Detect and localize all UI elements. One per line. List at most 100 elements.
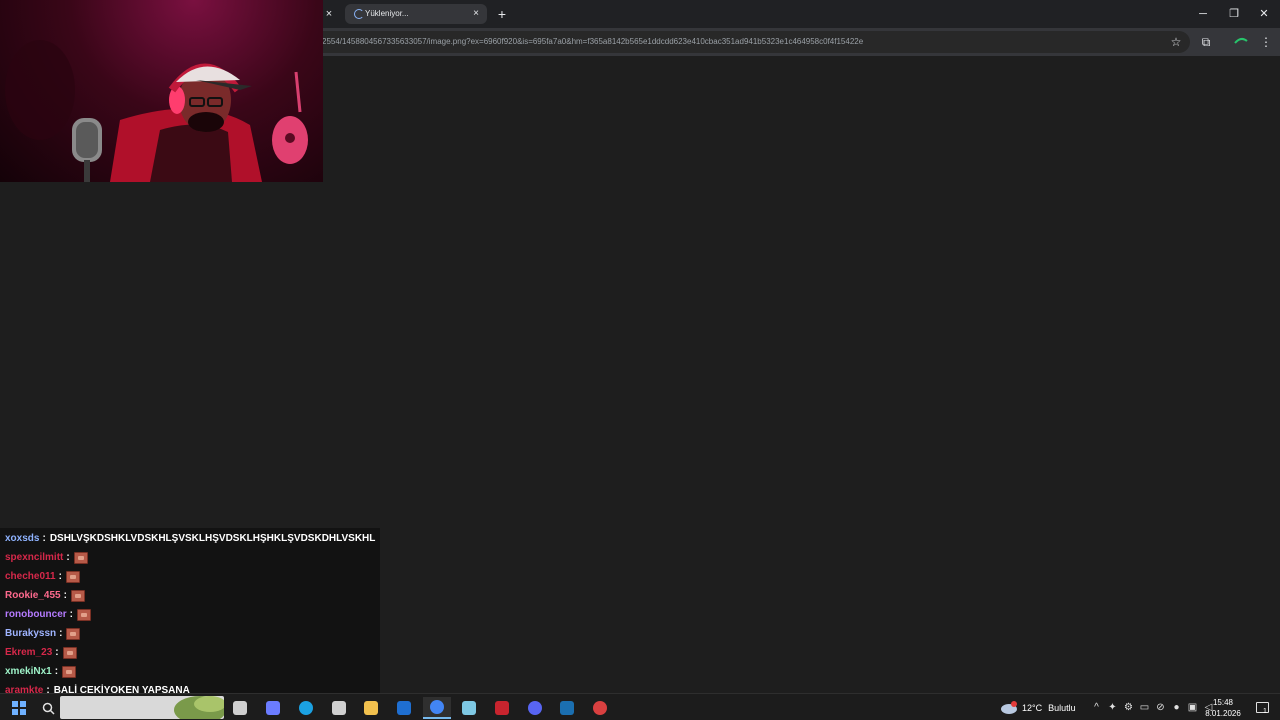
chrome-icon	[430, 700, 444, 714]
chat-emote-icon	[62, 666, 77, 678]
steam-tray-icon[interactable]: ✦	[1106, 701, 1119, 714]
chat-message: Ekrem_23:	[5, 644, 77, 662]
chat-username[interactable]: cheche011	[5, 570, 56, 584]
windows-taskbar: 12°C Bulutlu ^ ✦ ⚙ ▭ ⊘ ● ▣ ◁ 15:48 8.01.…	[0, 693, 1280, 720]
file-explorer-icon	[364, 701, 378, 715]
notification-off-icon[interactable]: ⊘	[1154, 701, 1167, 714]
discord-icon	[528, 701, 542, 715]
profile-avatar[interactable]	[1232, 33, 1250, 51]
edge-icon	[299, 701, 313, 715]
cloud-icon	[1001, 701, 1017, 714]
taskbar-app-outlook[interactable]	[390, 697, 418, 719]
chat-separator: :	[55, 647, 59, 658]
chat-username[interactable]: xmekiNx1	[5, 665, 52, 679]
tab-close-icon[interactable]: ×	[469, 6, 483, 22]
address-bar[interactable]: 2554/1458804567335633057/image.png?ex=69…	[300, 31, 1190, 53]
steam-icon	[560, 701, 574, 715]
notification-count: 1	[1263, 708, 1267, 715]
chat-username[interactable]: ronobouncer	[5, 608, 67, 622]
chat-emote-icon	[62, 647, 77, 659]
restore-button[interactable]: ❐	[1222, 4, 1246, 24]
chat-username[interactable]: spexncilmitt	[5, 551, 63, 565]
close-window-button[interactable]: ✕	[1252, 4, 1276, 24]
chat-message: spexncilmitt:	[5, 549, 88, 567]
taskbar-app-steam[interactable]	[553, 697, 581, 719]
chat-separator: :	[63, 590, 67, 601]
stream-chat-overlay: xoxsds: DSHLVŞKDSHKLVDSKHLŞVSKLHŞVDSKLHŞH…	[0, 528, 380, 696]
taskbar-app-notepad[interactable]	[455, 697, 483, 719]
copilot-icon	[266, 701, 280, 715]
chat-separator: :	[42, 533, 46, 544]
chat-message: cheche011:	[5, 568, 80, 586]
taskbar-app-chrome[interactable]	[423, 697, 451, 719]
store-icon	[332, 701, 346, 715]
chat-separator: :	[58, 571, 62, 582]
clock-time: 15:48	[1212, 697, 1234, 707]
taskbar-app-copilot[interactable]	[259, 697, 287, 719]
profile-icon	[1234, 37, 1248, 44]
loading-spinner-icon	[354, 9, 364, 19]
clock-date: 8.01.2026	[1205, 708, 1241, 718]
chat-username[interactable]: Burakyssn	[5, 627, 56, 641]
url-text: 2554/1458804567335633057/image.png?ex=69…	[322, 37, 864, 46]
weather-temperature: 12°C	[1022, 702, 1043, 713]
chat-username[interactable]: xoxsds	[5, 532, 39, 546]
taskbar-app-edge[interactable]	[292, 697, 320, 719]
chat-emote-icon	[66, 628, 81, 640]
taskbar-app-task-view[interactable]	[226, 697, 254, 719]
taskbar-app-voicemeeter[interactable]	[488, 697, 516, 719]
chat-message: ronobouncer:	[5, 606, 92, 624]
bookmark-star-icon[interactable]: ☆	[1168, 33, 1184, 51]
extensions-icon[interactable]: ⧉	[1197, 33, 1215, 51]
chat-message: Burakyssn:	[5, 625, 81, 643]
network-icon[interactable]: ▣	[1186, 701, 1199, 714]
weather-condition: Bulutlu	[1048, 702, 1076, 713]
outlook-icon	[397, 701, 411, 715]
search-button[interactable]	[34, 697, 62, 719]
microphone-icon[interactable]: ●	[1170, 701, 1183, 714]
task-view-icon	[233, 701, 247, 715]
chat-separator: :	[66, 552, 70, 563]
clock[interactable]: 15:48 8.01.2026	[1203, 694, 1243, 720]
search-highlight-banner[interactable]	[60, 696, 224, 719]
notification-center-button[interactable]: 1	[1252, 694, 1272, 720]
search-highlight-image	[174, 696, 224, 719]
browser-menu-icon[interactable]: ⋮	[1257, 33, 1275, 51]
webcam-overlay	[0, 0, 323, 182]
chat-emote-icon	[73, 552, 88, 564]
new-tab-button[interactable]: +	[494, 5, 510, 23]
start-button[interactable]	[4, 697, 34, 719]
chat-text: DSHLVŞKDSHKLVDSKHLŞVSKLHŞVDSKLHŞHKLŞVDSK…	[49, 533, 376, 544]
browser-tab-active[interactable]: Yükleniyor... ×	[345, 4, 487, 24]
taskbar-app-file-explorer[interactable]	[357, 697, 385, 719]
chat-username[interactable]: Ekrem_23	[5, 646, 52, 660]
chat-message: xmekiNx1:	[5, 663, 77, 681]
chat-separator: :	[54, 666, 59, 677]
chat-emote-icon	[65, 571, 80, 583]
gear-icon[interactable]: ⚙	[1122, 701, 1135, 714]
weather-widget[interactable]: 12°C Bulutlu	[1000, 694, 1076, 720]
taskbar-app-obs[interactable]	[586, 697, 614, 719]
minimize-button[interactable]: ─	[1191, 4, 1215, 24]
voicemeeter-icon	[495, 701, 509, 715]
chat-message: xoxsds: DSHLVŞKDSHKLVDSKHLŞVSKLHŞVDSKLHŞH…	[5, 530, 375, 548]
tab-title: Yükleniyor...	[365, 9, 409, 18]
previous-tab-close-icon[interactable]: ×	[322, 6, 336, 22]
streamer-webcam-image	[5, 40, 308, 182]
search-icon	[42, 702, 55, 715]
taskbar-app-discord[interactable]	[521, 697, 549, 719]
chat-emote-icon	[70, 590, 85, 602]
chat-message: Rookie_455:	[5, 587, 85, 605]
system-tray: ^ ✦ ⚙ ▭ ⊘ ● ▣ ◁	[1090, 694, 1215, 720]
monitor-icon[interactable]: ▭	[1138, 701, 1151, 714]
taskbar-app-store[interactable]	[325, 697, 353, 719]
chat-username[interactable]: Rookie_455	[5, 589, 61, 603]
notepad-icon	[462, 701, 476, 715]
obs-icon	[593, 701, 607, 715]
chevron-up-icon[interactable]: ^	[1090, 701, 1103, 714]
chat-emote-icon	[77, 609, 92, 621]
windows-icon	[12, 701, 26, 715]
screen: × Yükleniyor... × + ─ ❐ ✕ 2554/145880456…	[0, 0, 1280, 720]
chat-separator: :	[69, 609, 74, 620]
chat-separator: :	[59, 628, 63, 639]
